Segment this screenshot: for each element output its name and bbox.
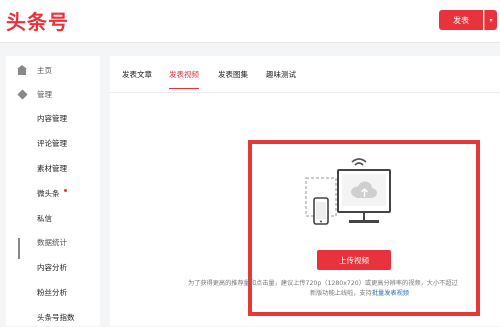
sidebar-group-statistics[interactable]: 数据统计 bbox=[6, 232, 100, 259]
home-icon bbox=[17, 64, 27, 75]
tab-bar: 发表文章 发表视频 发表图集 趣味测试 bbox=[110, 56, 500, 93]
sidebar-item-micro-headline[interactable]: 微头条 bbox=[6, 183, 100, 203]
upload-video-button[interactable]: 上传视频 bbox=[317, 250, 391, 270]
publish-button[interactable]: 发表 bbox=[439, 10, 483, 30]
upload-hint-prefix: 新版功能上线啦，支持 bbox=[310, 290, 372, 297]
sidebar-item-label: 评论管理 bbox=[37, 138, 67, 148]
tab-publish-article[interactable]: 发表文章 bbox=[122, 69, 152, 88]
sidebar-item-label: 微头条 bbox=[37, 188, 60, 198]
sidebar-item-label: 粉丝分析 bbox=[37, 287, 67, 297]
upload-hint-text: 为了获得更高的推荐量和点击量，建议上传720p（1280x720）或更高分辨率的… bbox=[188, 280, 458, 287]
cube-icon bbox=[17, 88, 28, 100]
sidebar-item-account-index[interactable]: 头条号指数 bbox=[6, 307, 100, 327]
sidebar-item-label: 内容管理 bbox=[37, 113, 67, 123]
sidebar-item-label: 管理 bbox=[37, 89, 52, 99]
bar-chart-icon bbox=[18, 237, 27, 259]
sidebar-group-manage[interactable]: 管理 bbox=[6, 84, 100, 104]
notification-dot bbox=[63, 189, 67, 192]
upload-hint-line2: 新版功能上线啦，支持批量发表视频 bbox=[310, 288, 500, 298]
sidebar-item-fans-analysis[interactable]: 粉丝分析 bbox=[6, 282, 100, 302]
tab-publish-video[interactable]: 发表视频 bbox=[169, 69, 199, 89]
video-upload-illustration-icon bbox=[305, 158, 391, 225]
app-logo[interactable]: 头条号 bbox=[6, 6, 69, 35]
sidebar-item-home[interactable]: 主页 bbox=[6, 60, 100, 80]
sidebar-item-material-manage[interactable]: 素材管理 bbox=[6, 158, 100, 178]
sidebar-item-label: 头条号指数 bbox=[37, 312, 75, 322]
sidebar-item-label: 数据统计 bbox=[37, 237, 67, 247]
sidebar-item-label: 主页 bbox=[37, 65, 52, 75]
main-content: 发表文章 发表视频 发表图集 趣味测试 上传视频 为了获得更高的推荐量和点击量，… bbox=[110, 56, 500, 326]
sidebar: 主页 管理 内容管理 评论管理 素材管理 微头条 私信 数据统计 内容分析 粉丝… bbox=[6, 56, 100, 326]
sidebar-item-content-analysis[interactable]: 内容分析 bbox=[6, 257, 100, 277]
sidebar-item-label: 私信 bbox=[37, 213, 52, 223]
sidebar-item-label: 素材管理 bbox=[37, 163, 67, 173]
sidebar-item-content-manage[interactable]: 内容管理 bbox=[6, 108, 100, 128]
top-bar: 头条号 发表 ▾ bbox=[0, 0, 500, 43]
tab-publish-gallery[interactable]: 发表图集 bbox=[218, 69, 248, 88]
sidebar-item-label: 内容分析 bbox=[37, 262, 67, 272]
sidebar-item-private-message[interactable]: 私信 bbox=[6, 208, 100, 228]
tab-fun-quiz[interactable]: 趣味测试 bbox=[266, 69, 296, 88]
sidebar-item-comment-manage[interactable]: 评论管理 bbox=[6, 133, 100, 153]
publish-dropdown-arrow[interactable]: ▾ bbox=[484, 10, 497, 30]
batch-publish-link[interactable]: 批量发表视频 bbox=[372, 290, 409, 297]
